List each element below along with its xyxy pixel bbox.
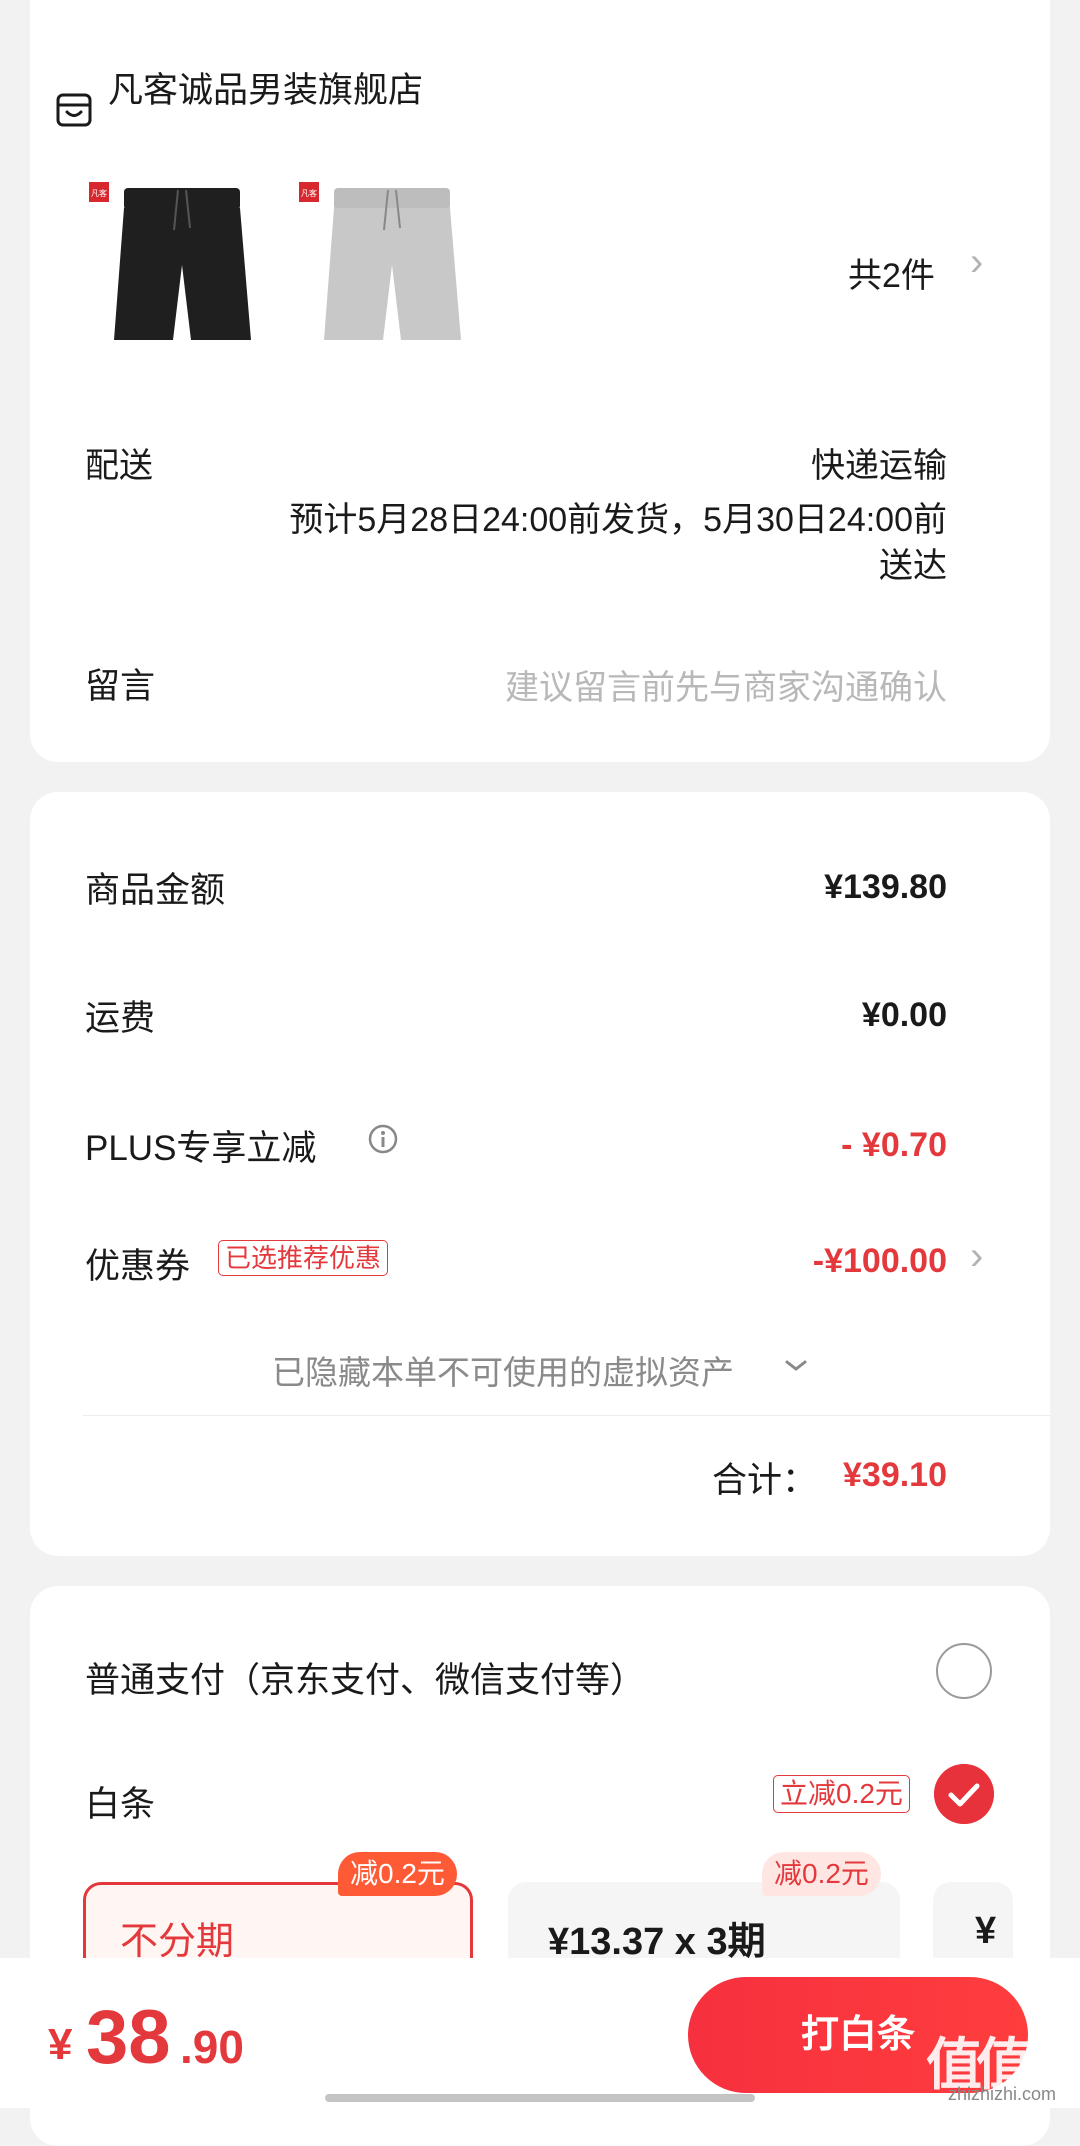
product-image-grey-shorts[interactable]: 凡客 [296,170,476,360]
home-indicator [325,2094,755,2102]
product-image-black-shorts[interactable]: 凡客 [86,170,266,360]
hidden-assets-toggle[interactable]: 已隐藏本单不可使用的虚拟资产 [272,1346,734,1394]
goods-amount-label: 商品金额 [85,871,226,910]
info-icon[interactable] [368,1124,398,1154]
delivery-estimate-line1: 预计5月28日24:00前发货，5月30日24:00前 [289,501,947,539]
shipping-value: ¥0.00 [861,996,947,1034]
watermark-url: zhizhizhi.com [948,2084,1057,2104]
delivery-estimate-line2: 送达 [879,547,947,585]
delivery-method[interactable]: 快递运输 [811,438,947,487]
price-currency: ¥ [48,2020,73,2069]
chevron-down-icon[interactable] [784,1358,808,1374]
price-integer: 38 [86,1995,171,2080]
store-name[interactable]: 凡客诚品男装旗舰店 [108,62,423,113]
svg-text:凡客: 凡客 [301,188,317,198]
store-card [30,0,1050,762]
plus-discount-value: - ¥0.70 [841,1126,947,1164]
installment-option-none-tag: 减0.2元 [338,1852,457,1896]
coupon-status-badge: 已选推荐优惠 [218,1240,389,1276]
total-value: ¥39.10 [843,1456,947,1494]
normal-payment-radio[interactable] [936,1643,992,1699]
message-input[interactable]: 建议留言前先与商家沟通确认 [505,660,947,709]
installment-option-3-tag: 减0.2元 [762,1852,881,1896]
message-label: 留言 [85,667,156,706]
item-count[interactable]: 共2件 [848,248,935,297]
goods-amount-value: ¥139.80 [824,868,947,906]
shipping-label: 运费 [85,999,156,1038]
pay-baitiao-button-label: 打白条 [800,2014,915,2056]
baitiao-checked-icon[interactable] [934,1764,994,1824]
price-decimal: .90 [180,2021,244,2073]
divider [83,1415,1050,1416]
chevron-right-icon[interactable]: › [970,1234,983,1279]
store-icon [56,93,92,127]
baitiao-label[interactable]: 白条 [85,1776,155,1827]
installment-option-none-label: 不分期 [120,1921,235,1963]
installment-option-more-label: ¥ [975,1910,997,1952]
normal-payment-label[interactable]: 普通支付（京东支付、微信支付等） [85,1652,645,1703]
delivery-label: 配送 [85,447,153,485]
baitiao-discount-tag: 立减0.2元 [773,1775,910,1813]
installment-option-3-label: ¥13.37 x 3期 [548,1921,766,1963]
coupon-value[interactable]: -¥100.00 [813,1242,947,1281]
total-label: 合计： [712,1461,818,1500]
plus-discount-label: PLUS专享立减 [85,1129,317,1168]
coupon-label[interactable]: 优惠券 [85,1238,190,1289]
chevron-right-icon[interactable]: › [970,240,983,285]
svg-text:凡客: 凡客 [91,188,107,198]
